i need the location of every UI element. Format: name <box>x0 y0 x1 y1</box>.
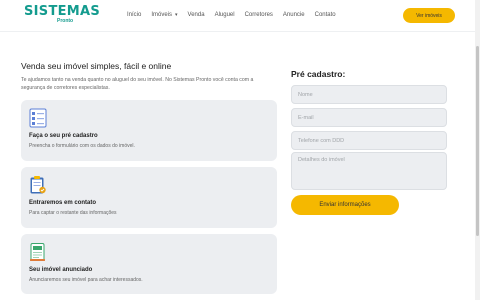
step-text: Para captar o restante das informações <box>29 210 117 216</box>
main-nav: Início Imóveis ▾ Venda Aluguel Corretores… <box>127 12 336 18</box>
nav-item-imoveis[interactable]: Imóveis ▾ <box>151 12 177 18</box>
nav-item-contato[interactable]: Contato <box>315 12 336 18</box>
step-card-listed: Seu imóvel anunciado Anunciaremos seu im… <box>21 234 277 294</box>
section-title: Venda seu imóvel simples, fácil e online <box>21 61 172 71</box>
checklist-icon <box>29 108 47 128</box>
site-header: SISTEMAS Pronto Início Imóveis ▾ Venda Al… <box>0 0 480 32</box>
logo-main-text: SISTEMAS <box>24 4 101 19</box>
nav-item-aluguel[interactable]: Aluguel <box>215 12 235 18</box>
form-title: Pré cadastro: <box>291 69 346 79</box>
phone-input[interactable] <box>291 131 447 150</box>
step-text: Preencha o formulário com os dados do im… <box>29 143 135 149</box>
step-title: Faça o seu pré cadastro <box>29 133 98 139</box>
section-description: Te ajudamos tanto na venda quanto no alu… <box>21 77 254 92</box>
nav-item-venda[interactable]: Venda <box>188 12 205 18</box>
step-card-contact: Entraremos em contato Para captar o rest… <box>21 167 277 228</box>
property-details-textarea[interactable] <box>291 152 447 190</box>
step-title: Entraremos em contato <box>29 200 97 206</box>
name-input[interactable] <box>291 85 447 104</box>
view-properties-button[interactable]: Ver imóveis <box>403 8 455 23</box>
step-text: Anunciaremos seu imóvel para achar inter… <box>29 277 143 283</box>
submit-button[interactable]: Enviar informações <box>291 195 399 215</box>
nav-item-imoveis-label: Imóveis <box>151 12 173 18</box>
email-input[interactable] <box>291 108 447 127</box>
nav-item-anuncie[interactable]: Anuncie <box>283 12 305 18</box>
clipboard-icon <box>29 175 47 195</box>
chevron-down-icon: ▾ <box>175 12 178 18</box>
logo[interactable]: SISTEMAS Pronto <box>24 5 100 24</box>
page-scrollbar[interactable] <box>475 0 480 300</box>
logo-sub-text: Pronto <box>57 18 74 24</box>
nav-item-corretores[interactable]: Corretores <box>245 12 273 18</box>
step-title: Seu imóvel anunciado <box>29 267 93 273</box>
document-icon <box>29 242 47 262</box>
nav-item-inicio[interactable]: Início <box>127 12 141 18</box>
step-card-pre-register: Faça o seu pré cadastro Preencha o formu… <box>21 100 277 161</box>
scrollbar-thumb[interactable] <box>476 46 479 236</box>
